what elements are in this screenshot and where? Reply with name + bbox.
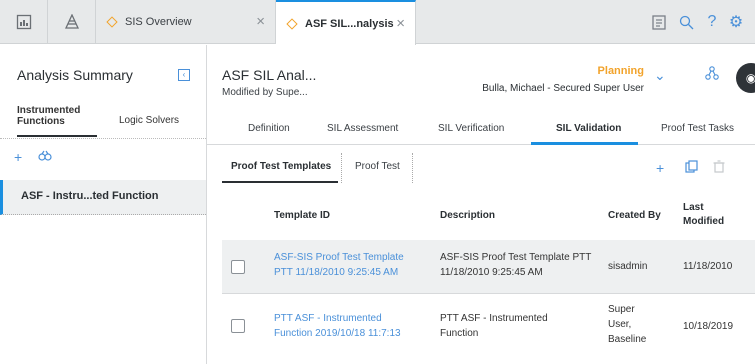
tab-separator	[412, 153, 413, 183]
tab-separator	[341, 153, 342, 183]
chevron-down-icon[interactable]: ⌄	[654, 67, 666, 84]
tab-proof-test-tasks[interactable]: Proof Test Tasks	[661, 123, 734, 134]
tab-label: SIS Overview	[125, 16, 192, 28]
section-tabs: Definition SIL Assessment SIL Verificati…	[207, 113, 755, 145]
template-id-link[interactable]: PTT ASF - Instrumented Function 2019/10/…	[274, 311, 404, 341]
dashboard-icon[interactable]	[0, 0, 48, 44]
row-checkbox[interactable]	[231, 260, 245, 274]
collapse-panel-icon[interactable]: ‹	[178, 69, 190, 81]
state-badge[interactable]: Planning	[598, 65, 644, 77]
tab-instrumented-functions[interactable]: Instrumented Functions	[17, 105, 97, 137]
gear-icon[interactable]: ⚙	[722, 0, 750, 44]
column-header-description[interactable]: Description	[440, 190, 495, 240]
delete-icon	[713, 160, 725, 176]
created-by-cell: sisadmin	[608, 261, 648, 272]
row-checkbox[interactable]	[231, 319, 245, 333]
page-title: ASF SIL Anal...	[222, 67, 317, 83]
clipboard-icon[interactable]	[645, 0, 673, 44]
assigned-user: Bulla, Michael - Secured Super User	[482, 83, 644, 94]
search-icon[interactable]	[672, 0, 700, 44]
list-item-instrumented-function[interactable]: ASF - Instru...ted Function	[0, 180, 206, 215]
column-header-created-by[interactable]: Created By	[608, 190, 661, 240]
close-icon[interactable]: ×	[396, 15, 405, 32]
tab-sil-validation[interactable]: SIL Validation	[556, 123, 621, 134]
tab-asf-sil-analysis[interactable]: ASF SIL...nalysis ×	[276, 0, 416, 45]
tab-sis-overview[interactable]: SIS Overview ×	[96, 0, 276, 44]
left-panel: Analysis Summary ‹ Instrumented Function…	[0, 45, 207, 364]
tab-label: ASF SIL...nalysis	[305, 17, 394, 30]
tab-sil-verification[interactable]: SIL Verification	[438, 123, 504, 134]
link-icon[interactable]	[38, 149, 52, 165]
left-actions: +	[14, 149, 52, 165]
last-modified-cell: 11/18/2010	[683, 261, 733, 272]
table-row[interactable]: PTT ASF - Instrumented Function 2019/10/…	[222, 293, 755, 357]
close-icon[interactable]: ×	[256, 13, 265, 30]
panel-title: Analysis Summary	[17, 67, 133, 83]
active-tab-indicator	[531, 142, 638, 145]
hierarchy-icon[interactable]	[48, 0, 96, 44]
eye-icon[interactable]: ◉	[736, 63, 755, 93]
divider	[0, 138, 206, 139]
top-tab-bar: SIS Overview × ASF SIL...nalysis × ? ⚙	[0, 0, 755, 45]
copy-icon[interactable]	[685, 160, 698, 176]
column-header-template-id[interactable]: Template ID	[274, 190, 330, 240]
state-diamond-icon	[106, 16, 118, 28]
main-panel: ASF SIL Anal... Modified by Supe... Plan…	[207, 45, 755, 364]
tab-proof-test[interactable]: Proof Test	[355, 153, 400, 183]
tab-sil-assessment[interactable]: SIL Assessment	[327, 123, 398, 134]
table-row[interactable]: ASF-SIS Proof Test Template PTT 11/18/20…	[222, 240, 755, 293]
description-cell: PTT ASF - Instrumented Function	[440, 313, 548, 339]
column-header-last-modified[interactable]: Last Modified	[683, 190, 724, 240]
last-modified-cell: 10/18/2019	[683, 321, 734, 332]
created-by-cell: Super User, Baseline	[608, 304, 647, 345]
tab-definition[interactable]: Definition	[248, 123, 290, 134]
modified-by: Modified by Supe...	[222, 87, 308, 98]
template-id-link[interactable]: ASF-SIS Proof Test Template PTT 11/18/20…	[274, 250, 424, 280]
add-icon[interactable]: +	[656, 160, 664, 176]
description-cell: ASF-SIS Proof Test Template PTT 11/18/20…	[440, 252, 592, 278]
state-diamond-icon	[286, 17, 298, 30]
add-icon[interactable]: +	[14, 149, 22, 165]
tab-logic-solvers[interactable]: Logic Solvers	[119, 115, 179, 147]
associations-icon[interactable]	[705, 66, 719, 83]
tab-proof-test-templates[interactable]: Proof Test Templates	[222, 153, 338, 183]
